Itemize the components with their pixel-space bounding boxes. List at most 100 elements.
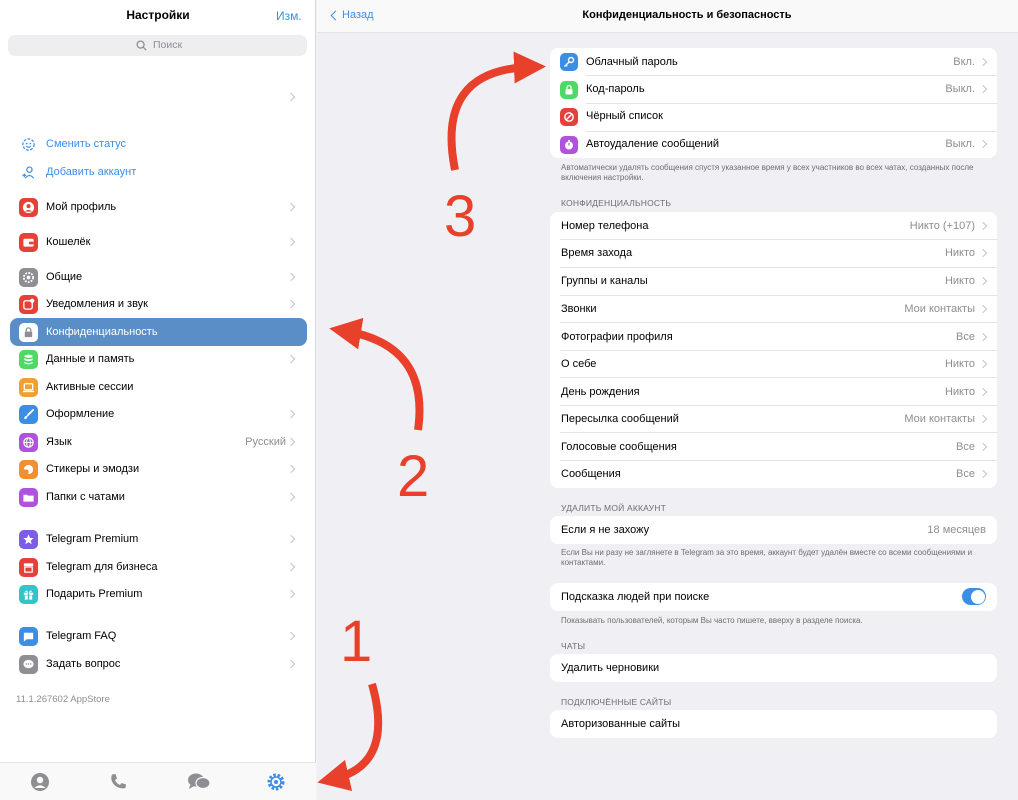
security-row-blocklist[interactable]: Чёрный список	[550, 104, 997, 131]
row-label: Пересылка сообщений	[561, 413, 679, 425]
privacy-row-voice[interactable]: Голосовые сообщения Все	[550, 433, 997, 460]
security-row-auto-delete[interactable]: Автоудаление сообщений Выкл.	[550, 132, 997, 158]
sidebar-item-label: Telegram для бизнеса	[46, 561, 158, 573]
sidebar-item-privacy-selected[interactable]: Конфиденциальность	[10, 318, 307, 346]
privacy-row-groups[interactable]: Группы и каналы Никто	[550, 268, 997, 295]
row-value: Все	[956, 331, 975, 343]
sidebar-item-label: Активные сессии	[46, 381, 134, 393]
privacy-settings-panel: Назад Конфиденциальность и безопасность …	[317, 0, 1018, 800]
privacy-row-profile-photos[interactable]: Фотографии профиля Все	[550, 323, 997, 350]
privacy-row-bio[interactable]: О себе Никто	[550, 351, 997, 378]
sidebar-item-label: Конфиденциальность	[46, 326, 158, 338]
security-footer: Автоматически удалять сообщения спустя у…	[561, 163, 974, 182]
sidebar-item-general[interactable]: Общие	[0, 266, 316, 288]
sidebar-item-label: Кошелёк	[46, 236, 91, 248]
connected-sites-header: ПОДКЛЮЧЁННЫЕ САЙТЫ	[561, 697, 672, 707]
row-label: Группы и каналы	[561, 275, 648, 287]
row-label: Фотографии профиля	[561, 331, 673, 343]
gift-icon	[19, 585, 38, 604]
question-icon	[19, 627, 38, 646]
privacy-row-forwarding[interactable]: Пересылка сообщений Мои контакты	[550, 406, 997, 433]
back-label: Назад	[342, 9, 374, 21]
database-icon	[19, 350, 38, 369]
wallet-icon	[19, 233, 38, 252]
settings-icon[interactable]	[266, 772, 286, 792]
privacy-row-calls[interactable]: Звонки Мои контакты	[550, 296, 997, 323]
suggest-contacts-toggle[interactable]	[962, 588, 986, 605]
row-label: Голосовые сообщения	[561, 441, 677, 453]
security-row-passcode[interactable]: Код-пароль Выкл.	[550, 76, 997, 103]
sidebar-item-label: Подарить Premium	[46, 588, 143, 600]
sidebar-item-label: Данные и память	[46, 353, 135, 365]
suggest-contacts-footer: Показывать пользователей, которым Вы час…	[561, 616, 863, 625]
lock-icon	[560, 81, 578, 99]
delete-account-group[interactable]: Если я не захожу 18 месяцев	[550, 516, 997, 544]
delete-drafts-row[interactable]: Удалить черновики	[550, 654, 997, 682]
annotation-number-2: 2	[397, 444, 430, 509]
sidebar-item-folders[interactable]: Папки с чатами	[0, 486, 316, 508]
row-label: О себе	[561, 358, 597, 370]
sidebar-item-data[interactable]: Данные и память	[0, 348, 316, 370]
privacy-row-messages[interactable]: Сообщения Все	[550, 461, 997, 488]
sidebar-item-business[interactable]: Telegram для бизнеса	[0, 556, 316, 578]
sidebar-item-wallet[interactable]: Кошелёк	[0, 231, 316, 253]
delete-drafts-label: Удалить черновики	[561, 662, 660, 674]
sidebar-item-appearance[interactable]: Оформление	[0, 403, 316, 425]
sidebar-item-label: Мой профиль	[46, 201, 117, 213]
row-value: Вкл.	[953, 56, 975, 68]
row-value: Выкл.	[945, 83, 975, 95]
language-value: Русский	[245, 436, 286, 448]
add-person-icon	[22, 166, 35, 179]
globe-icon	[19, 433, 38, 452]
sidebar-item-label: Язык	[46, 436, 72, 448]
timer-icon	[560, 136, 578, 154]
sidebar-item-notifications[interactable]: Уведомления и звук	[0, 293, 316, 315]
sidebar-item-label: Telegram Premium	[46, 533, 139, 545]
sidebar-item-profile[interactable]: Мой профиль	[0, 196, 316, 218]
row-value: Никто	[944, 247, 975, 259]
sidebar-item-premium[interactable]: Telegram Premium	[0, 528, 316, 550]
annotation-number-1: 1	[340, 609, 373, 674]
row-label: Звонки	[561, 303, 597, 315]
row-value: Никто	[944, 358, 975, 370]
sidebar-item-label: Telegram FAQ	[46, 630, 117, 642]
delete-account-footer: Если Вы ни разу не заглянете в Telegram …	[561, 548, 973, 567]
sidebar-item-label: Папки с чатами	[46, 491, 125, 503]
edit-button[interactable]: Изм.	[276, 9, 302, 23]
sidebar-item-label: Оформление	[46, 408, 115, 420]
security-row-cloud-password[interactable]: Облачный пароль Вкл.	[550, 48, 997, 75]
privacy-row-last-seen[interactable]: Время захода Никто	[550, 240, 997, 267]
sticker-icon	[19, 460, 38, 479]
row-value: Мои контакты	[904, 413, 975, 425]
set-status-row[interactable]: Сменить статус	[0, 134, 316, 156]
row-label: Чёрный список	[586, 110, 663, 122]
back-button[interactable]: Назад	[329, 8, 399, 26]
authorized-sites-row[interactable]: Авторизованные сайты	[550, 710, 997, 738]
sidebar-item-label: Задать вопрос	[46, 658, 121, 670]
add-account-row[interactable]: Добавить аккаунт	[0, 162, 316, 184]
shop-icon	[19, 558, 38, 577]
block-icon	[560, 108, 578, 126]
profile-row[interactable]	[0, 78, 316, 118]
chats-icon[interactable]	[187, 772, 211, 792]
delete-account-label: Если я не захожу	[561, 524, 650, 536]
smile-status-icon	[22, 138, 35, 151]
row-value: Никто	[944, 275, 975, 287]
sidebar-item-stickers[interactable]: Стикеры и эмодзи	[0, 458, 316, 480]
suggest-contacts-group: Подсказка людей при поиске	[550, 583, 997, 611]
search-input[interactable]: Поиск	[8, 35, 307, 56]
sidebar-item-faq[interactable]: Telegram FAQ	[0, 625, 316, 647]
sidebar-item-language[interactable]: Язык Русский	[0, 431, 316, 453]
sidebar-item-label: Общие	[46, 271, 83, 283]
privacy-row-birthday[interactable]: День рождения Никто	[550, 378, 997, 405]
search-icon	[136, 40, 147, 51]
delete-account-value: 18 месяцев	[927, 524, 986, 536]
sidebar-item-gift-premium[interactable]: Подарить Premium	[0, 583, 316, 605]
annotation-number-3: 3	[444, 184, 477, 249]
sidebar-item-ask-question[interactable]: Задать вопрос	[0, 653, 316, 675]
privacy-row-phone[interactable]: Номер телефона Никто (+107)	[550, 212, 997, 239]
calls-icon[interactable]	[108, 772, 128, 792]
sidebar-item-sessions[interactable]: Активные сессии	[0, 376, 316, 398]
contacts-icon[interactable]	[30, 772, 50, 792]
suggest-contacts-label: Подсказка людей при поиске	[561, 591, 710, 603]
